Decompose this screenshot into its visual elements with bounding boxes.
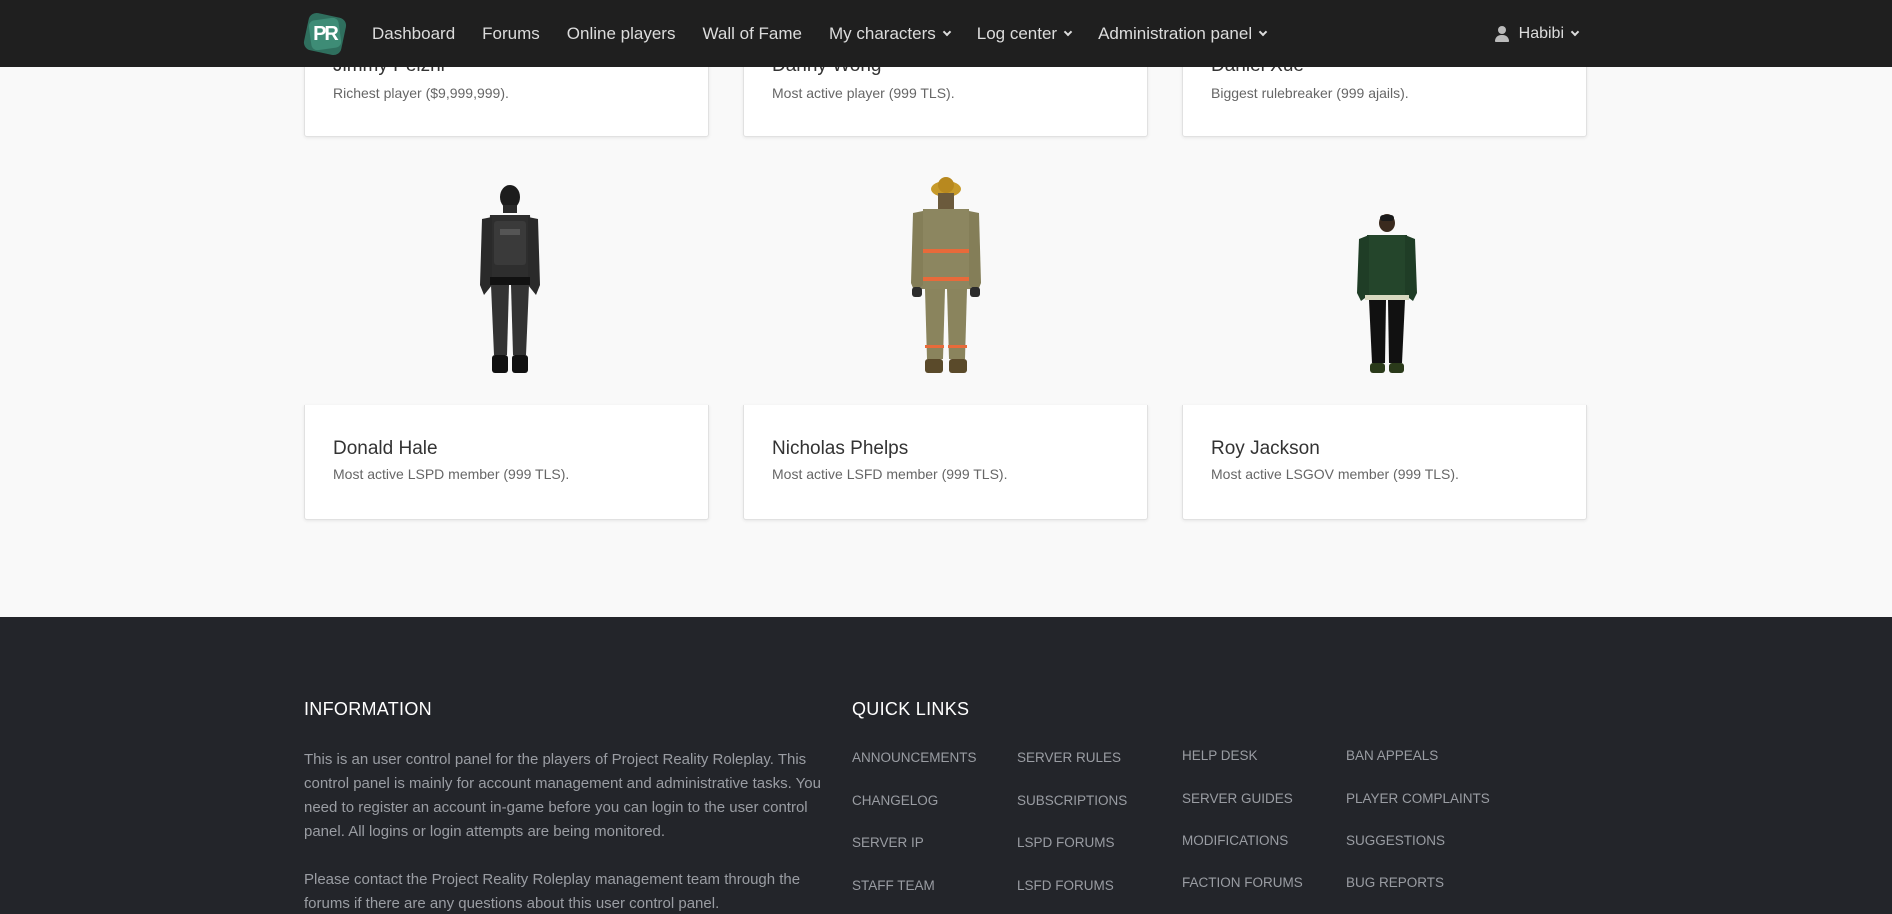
site-footer: INFORMATION This is an user control pane… <box>0 617 1892 914</box>
chevron-down-icon <box>1258 27 1268 36</box>
card-description: Most active player (999 TLS). <box>772 85 955 101</box>
quick-link-modifications[interactable]: MODIFICATIONS <box>1182 833 1288 848</box>
police-officer-icon <box>480 185 540 373</box>
nav-dropdown-label: Log center <box>976 23 1058 43</box>
quick-link-announcements[interactable]: ANNOUNCEMENTS <box>852 750 977 765</box>
top-navbar: PR Dashboard Forums Online players Wall … <box>0 0 1892 67</box>
quick-links-heading: QUICK LINKS <box>852 699 970 719</box>
nav-dropdown-label: My characters <box>828 23 936 43</box>
navbar-inner: PR Dashboard Forums Online players Wall … <box>302 0 1588 67</box>
quick-link-lsfd-forums[interactable]: LSFD FORUMS <box>1017 878 1114 893</box>
information-text: This is an user control panel for the pl… <box>304 751 821 840</box>
card-description: Most active LSGOV member (999 TLS). <box>1211 466 1459 482</box>
chevron-down-icon <box>1570 27 1580 36</box>
firefighter-icon <box>911 177 981 373</box>
nav-links: Dashboard Forums Online players Wall of … <box>372 24 1293 44</box>
logo-text: PR <box>313 22 339 45</box>
card-name: Donald Hale <box>333 438 438 459</box>
chevron-down-icon <box>942 27 951 36</box>
information-heading: INFORMATION <box>304 699 432 719</box>
user-icon <box>1494 25 1509 42</box>
nav-dropdown-log-center[interactable]: Log center <box>976 23 1073 44</box>
card-description: Most active LSFD member (999 TLS). <box>772 466 1008 482</box>
card-name: Roy Jackson <box>1211 438 1320 459</box>
quick-link-suggestions[interactable]: SUGGESTIONS <box>1346 833 1445 848</box>
nav-dropdown-label: Administration panel <box>1098 23 1253 43</box>
quick-link-subscriptions[interactable]: SUBSCRIPTIONS <box>1017 793 1127 808</box>
nav-link-wall-of-fame[interactable]: Wall of Fame <box>702 24 802 44</box>
nav-dropdown-my-characters[interactable]: My characters <box>828 23 951 44</box>
quick-link-lspd-forums[interactable]: LSPD FORUMS <box>1017 835 1115 850</box>
fame-card: Nicholas Phelps Most active LSFD member … <box>743 405 1148 520</box>
quick-link-bug-reports[interactable]: BUG REPORTS <box>1346 875 1444 890</box>
quick-link-help-desk[interactable]: HELP DESK <box>1182 748 1258 763</box>
card-description: Biggest rulebreaker (999 ajails). <box>1211 85 1409 101</box>
nav-dropdown-administration-panel[interactable]: Administration panel <box>1098 23 1268 44</box>
quick-link-server-guides[interactable]: SERVER GUIDES <box>1182 791 1293 806</box>
nav-link-forums[interactable]: Forums <box>482 24 540 44</box>
user-menu[interactable]: Habibi <box>1494 0 1580 67</box>
quick-link-faction-forums[interactable]: FACTION FORUMS <box>1182 875 1303 890</box>
quick-link-server-rules[interactable]: SERVER RULES <box>1017 750 1121 765</box>
chevron-down-icon <box>1063 27 1073 36</box>
nav-link-online-players[interactable]: Online players <box>567 24 676 44</box>
card-description: Most active LSPD member (999 TLS). <box>333 466 570 482</box>
quick-link-ban-appeals[interactable]: BAN APPEALS <box>1346 748 1438 763</box>
fame-card: Roy Jackson Most active LSGOV member (99… <box>1182 405 1587 520</box>
site-logo[interactable]: PR <box>302 10 348 57</box>
quick-link-staff-team[interactable]: STAFF TEAM <box>852 878 935 893</box>
quick-link-player-complaints[interactable]: PLAYER COMPLAINTS <box>1346 791 1490 806</box>
information-contact-text: Please contact the Project Reality Rolep… <box>304 871 801 912</box>
card-description: Richest player ($9,999,999). <box>333 85 509 101</box>
quick-link-changelog[interactable]: CHANGELOG <box>852 793 938 808</box>
card-name: Nicholas Phelps <box>772 438 909 459</box>
quick-link-server-ip[interactable]: SERVER IP <box>852 835 924 850</box>
nav-link-dashboard[interactable]: Dashboard <box>372 24 455 44</box>
civilian-icon <box>1357 214 1417 373</box>
username: Habibi <box>1518 24 1564 42</box>
fame-card: Donald Hale Most active LSPD member (999… <box>304 405 709 520</box>
